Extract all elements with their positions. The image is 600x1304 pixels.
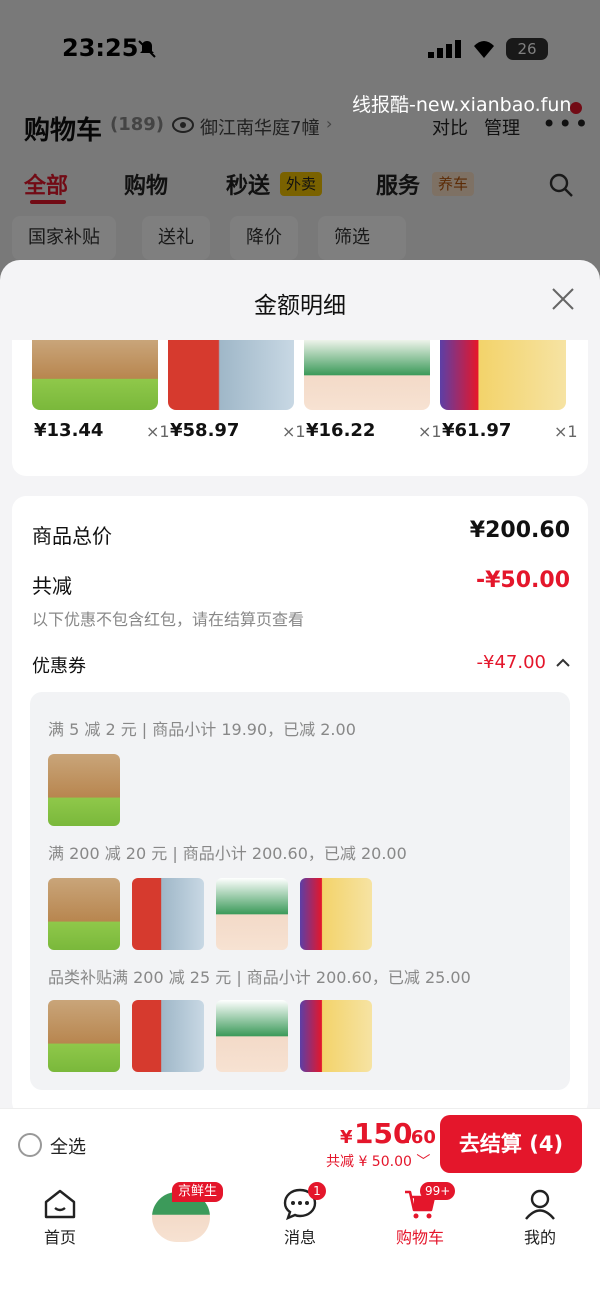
coupon-label[interactable]: 优惠券 <box>32 652 86 678</box>
product-price: ¥58.97 <box>170 420 240 441</box>
select-all-label[interactable]: 全选 <box>50 1133 86 1159</box>
total-reduce-text: 共减 ¥ 50.00 <box>326 1154 412 1170</box>
product-thumb <box>132 878 204 950</box>
sheet-title: 金额明细 <box>254 293 346 319</box>
nav-mine[interactable]: 我的 <box>480 1180 600 1260</box>
total-price-label: 商品总价 <box>32 524 112 548</box>
product-price: ¥13.44 <box>34 420 104 441</box>
product-qty: ×1 <box>146 422 170 441</box>
checkout-bar: 全选 ¥ 150 .60 共减 ¥ 50.00 ﹀ 去结算 (4) <box>0 1108 600 1180</box>
select-all-checkbox[interactable] <box>18 1133 42 1157</box>
nav-home[interactable]: 首页 <box>0 1180 120 1260</box>
coupon-detail-box: 满 5 减 2 元 | 商品小计 19.90，已减 2.00 满 200 减 2… <box>30 692 570 1090</box>
nav-messages-label: 消息 <box>283 1228 316 1247</box>
chevron-up-icon[interactable] <box>554 654 572 672</box>
bottom-nav: 首页 京鲜生 1 消息 99+ 购物车 我的 <box>0 1180 600 1304</box>
product-thumb <box>300 878 372 950</box>
coupon-rule: 品类补贴满 200 减 25 元 | 商品小计 200.60，已减 25.00 <box>48 968 471 987</box>
product-eggs-image <box>304 340 430 410</box>
price-detail-card: 商品总价 ¥200.60 共减 -¥50.00 以下优惠不包含红包，请在结算页查… <box>12 496 588 1108</box>
product-qty: ×1 <box>282 422 306 441</box>
product-thumb <box>132 1000 204 1072</box>
cart-badge: 99+ <box>420 1182 456 1200</box>
watermark-text: 线报酷-new.xianbao.fun <box>352 94 572 116</box>
checkout-button[interactable]: 去结算 (4) <box>440 1115 582 1173</box>
product-price: ¥16.22 <box>306 420 376 441</box>
fresh-tag: 京鲜生 <box>172 1182 224 1202</box>
nav-cart[interactable]: 99+ 购物车 <box>360 1180 480 1260</box>
discount-note: 以下优惠不包含红包，请在结算页查看 <box>32 610 305 629</box>
coupon-rule: 满 5 减 2 元 | 商品小计 19.90，已减 2.00 <box>48 720 356 739</box>
nav-cart-label: 购物车 <box>395 1228 444 1247</box>
nav-fresh[interactable]: 京鲜生 <box>120 1180 240 1260</box>
product-sweet-potato-image <box>32 340 158 410</box>
product-thumb <box>48 754 120 826</box>
home-icon <box>44 1189 76 1219</box>
reduce-label: 共减 <box>32 574 72 598</box>
product-thumb <box>216 878 288 950</box>
product-qty: ×1 <box>554 422 578 441</box>
product-shrimp-image <box>168 340 294 410</box>
product-thumb <box>48 878 120 950</box>
total-decimal: .60 <box>404 1127 436 1148</box>
amount-detail-sheet: 金额明细 ¥13.44 ×1 ¥58.97 ×1 ¥16.22 ×1 ¥61.9… <box>0 260 600 1108</box>
total-price-value: ¥200.60 <box>469 518 570 543</box>
total-currency: ¥ <box>340 1127 353 1148</box>
close-icon[interactable] <box>550 286 576 312</box>
total-reduce-toggle[interactable]: 共减 ¥ 50.00 ﹀ <box>326 1151 430 1171</box>
coupon-value[interactable]: -¥47.00 <box>477 652 546 673</box>
messages-badge: 1 <box>308 1182 326 1200</box>
coupon-rule: 满 200 减 20 元 | 商品小计 200.60，已减 20.00 <box>48 844 407 863</box>
product-price: ¥61.97 <box>442 420 512 441</box>
nav-messages[interactable]: 1 消息 <box>240 1180 360 1260</box>
product-thumb <box>300 1000 372 1072</box>
user-icon <box>525 1189 555 1220</box>
nav-mine-label: 我的 <box>523 1228 556 1247</box>
product-thumb <box>216 1000 288 1072</box>
product-pickled-fish-image <box>440 340 566 410</box>
reduce-value: -¥50.00 <box>475 568 570 593</box>
products-list: ¥13.44 ×1 ¥58.97 ×1 ¥16.22 ×1 ¥61.97 ×1 <box>12 340 588 476</box>
nav-home-label: 首页 <box>43 1228 76 1247</box>
product-qty: ×1 <box>418 422 442 441</box>
product-thumb <box>48 1000 120 1072</box>
